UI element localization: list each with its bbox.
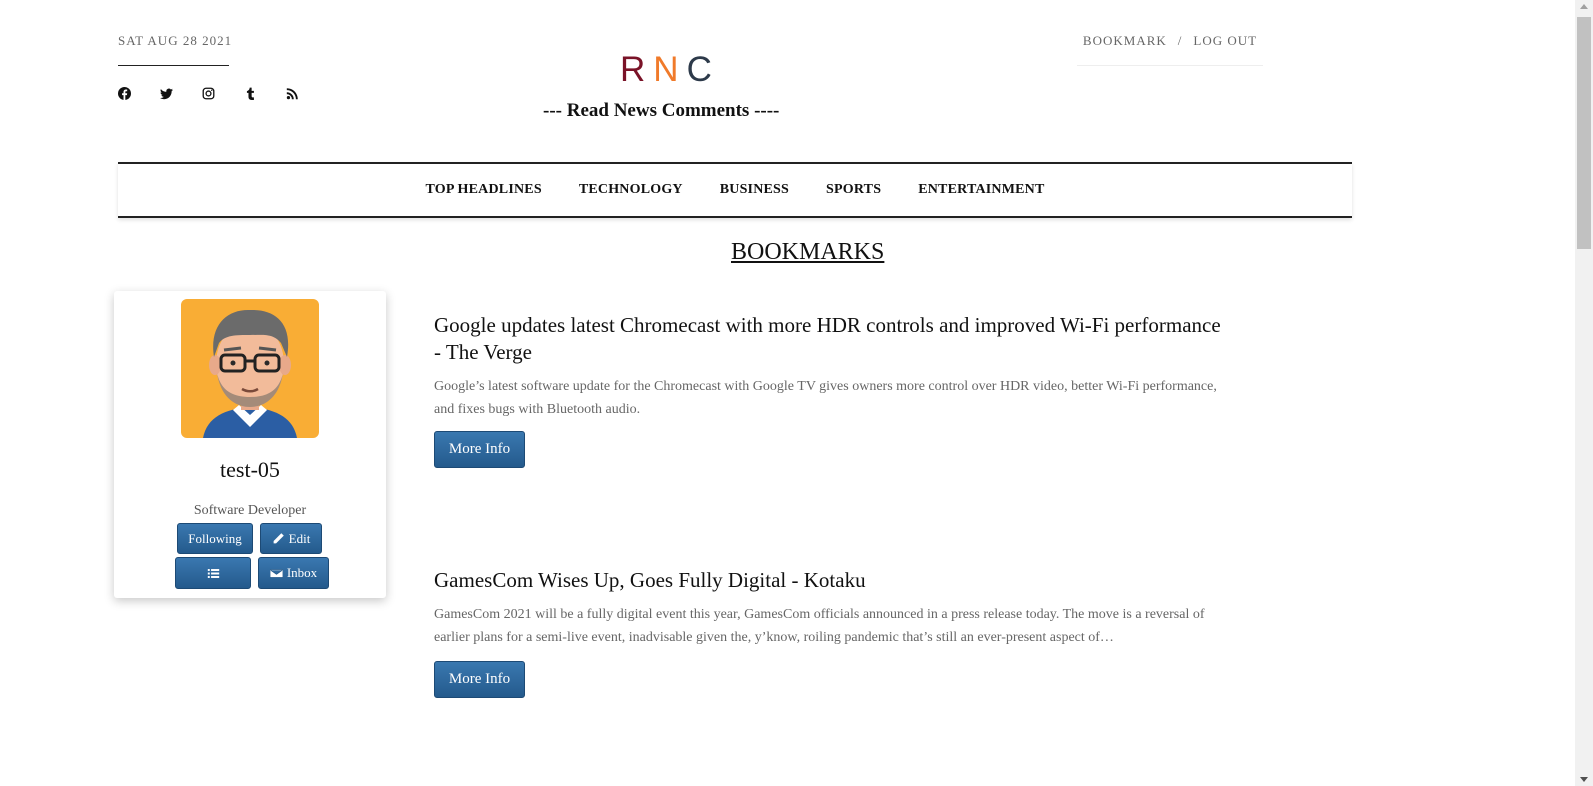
nav-entertainment[interactable]: ENTERTAINMENT xyxy=(918,182,1044,198)
edit-button[interactable]: Edit xyxy=(260,523,322,554)
logo-letter-c: C xyxy=(686,50,720,89)
tumblr-icon[interactable] xyxy=(244,84,286,102)
auth-separator: / xyxy=(1177,33,1183,48)
instagram-icon[interactable] xyxy=(202,84,244,102)
following-label: Following xyxy=(188,530,242,546)
more-info-button[interactable]: More Info xyxy=(434,661,525,698)
following-button[interactable]: Following xyxy=(177,523,253,554)
article-description: Google’s latest software update for the … xyxy=(434,379,1217,417)
envelope-icon xyxy=(269,568,283,578)
date-divider xyxy=(118,65,229,66)
nav-technology[interactable]: TECHNOLOGY xyxy=(579,182,683,198)
bookmark-article-2: GamesCom Wises Up, Goes Fully Digital - … xyxy=(434,567,1224,649)
profile-username: test-05 xyxy=(220,457,280,482)
current-date: SAT AUG 28 2021 xyxy=(118,33,233,48)
nav-top-headlines[interactable]: TOP HEADLINES xyxy=(425,182,541,198)
profile-role: Software Developer xyxy=(193,503,307,518)
bookmark-article-1: Google updates latest Chromecast with mo… xyxy=(434,312,1224,421)
article-title[interactable]: Google updates latest Chromecast with mo… xyxy=(434,312,1224,366)
site-tagline: --- Read News Comments ---- xyxy=(543,100,780,121)
page-title: BOOKMARKS xyxy=(731,239,885,265)
vertical-scrollbar[interactable] xyxy=(1575,0,1593,786)
twitter-icon[interactable] xyxy=(160,84,202,102)
edit-label: Edit xyxy=(288,530,311,546)
site-logo[interactable]: RNC xyxy=(620,50,720,90)
inbox-label: Inbox xyxy=(286,565,318,580)
logo-letter-r: R xyxy=(620,50,654,89)
scroll-down-arrow-icon[interactable] xyxy=(1580,777,1588,782)
list-icon xyxy=(207,568,219,578)
scroll-up-arrow-icon[interactable] xyxy=(1580,4,1588,9)
site-header: SAT AUG 28 2021 RNC --- Read News Commen… xyxy=(0,0,1568,160)
list-button[interactable] xyxy=(175,557,251,589)
article-title[interactable]: GamesCom Wises Up, Goes Fully Digital - … xyxy=(434,567,1224,594)
social-links xyxy=(118,84,328,102)
more-info-button[interactable]: More Info xyxy=(434,431,525,468)
facebook-icon[interactable] xyxy=(118,84,160,102)
avatar xyxy=(181,299,319,438)
logo-letter-n: N xyxy=(653,50,687,89)
article-description: GamesCom 2021 will be a fully digital ev… xyxy=(434,607,1205,645)
pencil-icon xyxy=(273,533,284,544)
logout-link[interactable]: LOG OUT xyxy=(1193,33,1257,65)
bookmark-link[interactable]: BOOKMARK xyxy=(1083,33,1167,65)
nav-business[interactable]: BUSINESS xyxy=(720,182,789,198)
inbox-button[interactable]: Inbox xyxy=(258,557,329,589)
profile-card: test-05 Software Developer Following Edi… xyxy=(114,291,386,598)
rss-icon[interactable] xyxy=(286,84,328,102)
nav-sports[interactable]: SPORTS xyxy=(826,182,881,198)
main-nav: TOP HEADLINES TECHNOLOGY BUSINESS SPORTS… xyxy=(118,162,1352,218)
auth-links: BOOKMARK / LOG OUT xyxy=(1077,33,1263,66)
scroll-thumb[interactable] xyxy=(1577,17,1591,249)
